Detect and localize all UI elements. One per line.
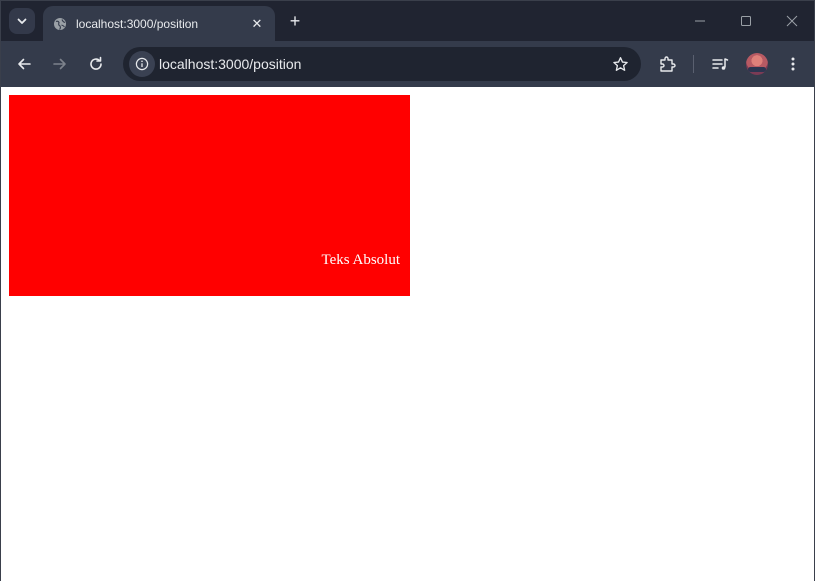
tab-search-button[interactable] bbox=[9, 8, 35, 34]
close-tab-icon[interactable]: ✕ bbox=[247, 14, 267, 34]
red-relative-box: Teks Absolut bbox=[9, 95, 410, 296]
active-tab[interactable]: localhost:3000/position ✕ bbox=[43, 6, 275, 41]
media-controls-icon[interactable] bbox=[708, 52, 732, 76]
globe-icon bbox=[53, 17, 67, 31]
browser-window: localhost:3000/position ✕ + localhost:30… bbox=[0, 0, 815, 581]
profile-avatar[interactable] bbox=[746, 53, 768, 75]
back-icon[interactable] bbox=[12, 52, 36, 76]
address-bar[interactable]: localhost:3000/position bbox=[123, 47, 641, 81]
browser-toolbar: localhost:3000/position bbox=[1, 41, 814, 87]
minimize-icon[interactable] bbox=[688, 9, 712, 33]
close-window-icon[interactable] bbox=[780, 9, 804, 33]
chevron-down-icon bbox=[17, 18, 27, 24]
toolbar-divider bbox=[693, 55, 694, 73]
tab-strip: localhost:3000/position ✕ + bbox=[1, 1, 814, 41]
forward-icon[interactable] bbox=[48, 52, 72, 76]
bookmark-star-icon[interactable] bbox=[611, 55, 629, 73]
menu-icon[interactable] bbox=[781, 52, 805, 76]
extensions-icon[interactable] bbox=[655, 52, 679, 76]
url-text[interactable]: localhost:3000/position bbox=[159, 56, 301, 72]
absolute-text: Teks Absolut bbox=[321, 252, 400, 268]
maximize-icon[interactable] bbox=[734, 9, 758, 33]
reload-icon[interactable] bbox=[84, 52, 108, 76]
page-viewport: Teks Absolut bbox=[1, 87, 814, 581]
new-tab-button[interactable]: + bbox=[283, 9, 307, 33]
site-info-icon[interactable] bbox=[129, 51, 155, 77]
tab-title: localhost:3000/position bbox=[76, 16, 199, 31]
